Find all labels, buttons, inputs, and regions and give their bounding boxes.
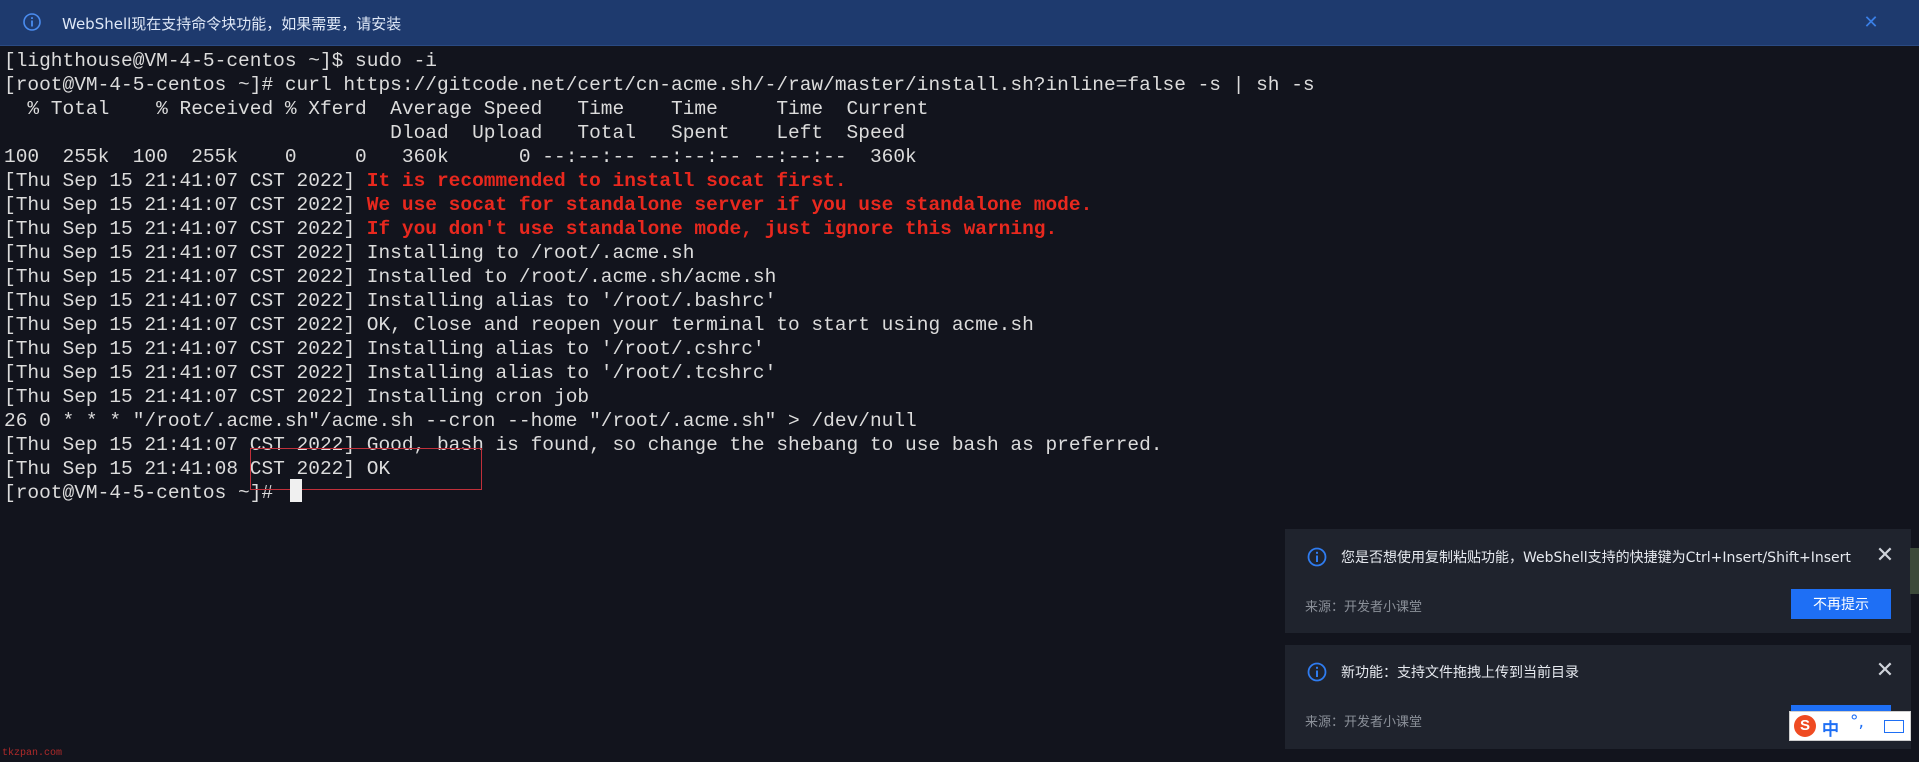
- toast-source: 来源：开发者小课堂: [1305, 715, 1423, 730]
- toast-close-icon[interactable]: ✕: [1875, 544, 1895, 566]
- terminal-line: [Thu Sep 15 21:41:07 CST 2022] Installed…: [4, 266, 777, 288]
- terminal-line: 100 255k 100 255k 0 0 360k 0 --:--:-- --…: [4, 146, 917, 168]
- terminal-line: [Thu Sep 15 21:41:07 CST 2022] Installin…: [4, 362, 777, 384]
- info-icon: [1307, 547, 1327, 567]
- banner-close-icon[interactable]: ✕: [1861, 10, 1881, 34]
- terminal-line-warning: [Thu Sep 15 21:41:07 CST 2022] We use so…: [4, 194, 1093, 216]
- banner-message: WebShell现在支持命令块功能，如果需要，请安装: [62, 15, 402, 33]
- sogou-logo-icon: S: [1794, 715, 1816, 737]
- toast-title: 您是否想使用复制粘贴功能，WebShell支持的快捷键为Ctrl+Insert/…: [1341, 550, 1851, 566]
- toast-close-icon[interactable]: ✕: [1875, 659, 1895, 681]
- info-icon: [23, 13, 41, 31]
- terminal-line: [Thu Sep 15 21:41:07 CST 2022] Installin…: [4, 386, 590, 408]
- warning-text: If you don't use standalone mode, just i…: [366, 218, 1058, 240]
- ime-mode-indicator[interactable]: 中: [1822, 715, 1839, 740]
- terminal-line: % Total % Received % Xferd Average Speed…: [4, 98, 929, 120]
- terminal-line: 26 0 * * * "/root/.acme.sh"/acme.sh --cr…: [4, 410, 917, 432]
- warning-text: We use socat for standalone server if yo…: [366, 194, 1093, 216]
- terminal-line: [Thu Sep 15 21:41:07 CST 2022] Installin…: [4, 338, 765, 360]
- warning-text: It is recommended to install socat first…: [366, 170, 847, 192]
- terminal-line-warning: [Thu Sep 15 21:41:07 CST 2022] If you do…: [4, 218, 1058, 240]
- ime-toolbar[interactable]: S 中 °,: [1789, 711, 1911, 741]
- dont-show-again-button[interactable]: 不再提示: [1791, 589, 1891, 619]
- toast-source: 来源：开发者小课堂: [1305, 600, 1423, 615]
- terminal-prompt[interactable]: [root@VM-4-5-centos ~]#: [4, 481, 285, 505]
- toast-title: 新功能：支持文件拖拽上传到当前目录: [1341, 665, 1579, 681]
- terminal-line: [root@VM-4-5-centos ~]# curl https://git…: [4, 74, 1315, 96]
- watermark: tkzpan.com: [2, 748, 63, 759]
- webshell-notice-banner: WebShell现在支持命令块功能，如果需要，请安装 ✕: [0, 0, 1919, 46]
- terminal-line: [Thu Sep 15 21:41:07 CST 2022] Installin…: [4, 290, 777, 312]
- terminal-line: [lighthouse@VM-4-5-centos ~]$ sudo -i: [4, 50, 437, 72]
- terminal-cursor: [290, 479, 302, 502]
- terminal-line-warning: [Thu Sep 15 21:41:07 CST 2022] It is rec…: [4, 170, 847, 192]
- toast-copy-paste-tip: 您是否想使用复制粘贴功能，WebShell支持的快捷键为Ctrl+Insert/…: [1285, 529, 1911, 633]
- terminal-line: Dload Upload Total Spent Left Speed: [4, 122, 906, 144]
- keyboard-icon[interactable]: [1884, 720, 1904, 733]
- annotation-highlight-box: [250, 448, 482, 490]
- ime-punctuation-indicator[interactable]: °,: [1850, 712, 1864, 732]
- terminal-line: [Thu Sep 15 21:41:07 CST 2022] Installin…: [4, 242, 695, 264]
- terminal-line: [Thu Sep 15 21:41:07 CST 2022] Good, bas…: [4, 434, 1163, 456]
- terminal-line: [Thu Sep 15 21:41:07 CST 2022] OK, Close…: [4, 314, 1034, 336]
- info-icon: [1307, 662, 1327, 682]
- scrollbar-thumb[interactable]: [1910, 548, 1919, 594]
